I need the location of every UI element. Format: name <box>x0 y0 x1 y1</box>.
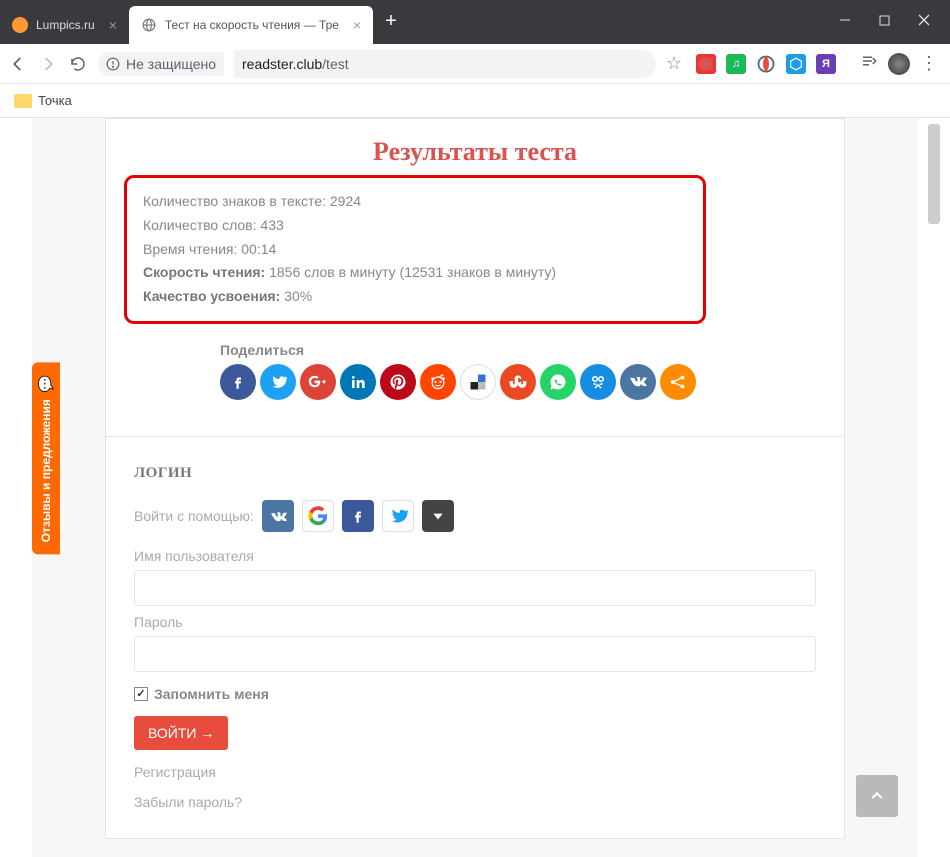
reading-list-icon[interactable] <box>860 52 878 75</box>
stumbleupon-icon[interactable] <box>500 364 536 400</box>
address-bar: Не защищено readster.club/test ☆ ♫ Я ⋮ <box>0 44 950 84</box>
stat-quality: Качество усвоения: 30% <box>143 285 687 309</box>
password-label: Пароль <box>134 614 816 630</box>
username-label: Имя пользователя <box>134 548 816 564</box>
stat-speed: Скорость чтения: 1856 слов в минуту (125… <box>143 261 687 285</box>
whatsapp-icon[interactable] <box>540 364 576 400</box>
stat-chars: Количество знаков в тексте: 2924 <box>143 190 687 214</box>
tab-lumpics[interactable]: Lumpics.ru × <box>0 6 129 44</box>
tab-readster[interactable]: Тест на скорость чтения — Тре × <box>129 6 373 44</box>
feedback-label: Отзывы и предложения <box>39 399 53 542</box>
lumpics-favicon <box>12 17 28 33</box>
remember-label: Запомнить меня <box>154 686 269 702</box>
results-card: Результаты теста Количество знаков в тек… <box>105 118 845 437</box>
music-ext-icon[interactable]: ♫ <box>726 54 746 74</box>
new-tab-button[interactable]: + <box>373 0 409 44</box>
box-ext-icon[interactable] <box>786 54 806 74</box>
google-login-icon[interactable] <box>302 500 334 532</box>
folder-icon <box>14 94 32 108</box>
results-box: Количество знаков в тексте: 2924 Количес… <box>124 175 706 324</box>
forgot-password-link[interactable]: Забыли пароль? <box>134 794 816 810</box>
share-block: Поделиться <box>220 342 816 400</box>
vk-login-icon[interactable] <box>262 500 294 532</box>
close-icon[interactable]: × <box>353 17 361 33</box>
security-text: Не защищено <box>126 56 216 72</box>
vk-icon[interactable] <box>620 364 656 400</box>
bookmark-item[interactable]: Точка <box>38 93 72 108</box>
social-login-row: Войти с помощью: <box>134 500 816 532</box>
scroll-top-button[interactable] <box>856 775 898 817</box>
reload-button[interactable] <box>68 54 88 74</box>
security-indicator[interactable]: Не защищено <box>98 52 224 76</box>
login-button[interactable]: ВОЙТИ → <box>134 716 228 750</box>
login-heading: ЛОГИН <box>134 465 816 482</box>
login-card: ЛОГИН Войти с помощью: Имя пользователя … <box>105 437 845 839</box>
purple-ext-icon[interactable]: Я <box>816 54 836 74</box>
share-row <box>220 364 816 400</box>
scroll-thumb[interactable] <box>928 124 940 224</box>
globe-icon <box>141 17 157 33</box>
url-field[interactable]: readster.club/test <box>234 50 656 78</box>
page-content: Результаты теста Количество знаков в тек… <box>32 118 918 857</box>
pinterest-icon[interactable] <box>380 364 416 400</box>
register-link[interactable]: Регистрация <box>134 764 816 780</box>
twitter-icon[interactable] <box>260 364 296 400</box>
linkedin-icon[interactable] <box>340 364 376 400</box>
reddit-icon[interactable] <box>420 364 456 400</box>
facebook-icon[interactable] <box>220 364 256 400</box>
adblock-ext-icon[interactable] <box>696 54 716 74</box>
remember-row[interactable]: ✓ Запомнить меня <box>134 686 816 702</box>
results-title: Результаты теста <box>134 119 816 175</box>
avatar[interactable] <box>888 53 910 75</box>
browser-titlebar: Lumpics.ru × Тест на скорость чтения — Т… <box>0 0 950 44</box>
tab-label: Lumpics.ru <box>36 18 95 32</box>
share-title: Поделиться <box>220 342 816 358</box>
opera-ext-icon[interactable] <box>756 54 776 74</box>
more-login-icon[interactable] <box>422 500 454 532</box>
remember-checkbox[interactable]: ✓ <box>134 687 148 701</box>
bookmarks-bar: Точка <box>0 84 950 118</box>
username-input[interactable] <box>134 570 816 606</box>
tab-label: Тест на скорость чтения — Тре <box>165 18 339 32</box>
back-button[interactable] <box>8 54 28 74</box>
google-plus-icon[interactable] <box>300 364 336 400</box>
twitter-login-icon[interactable] <box>382 500 414 532</box>
feedback-tab[interactable]: Отзывы и предложения 💬 <box>32 362 60 554</box>
delicious-icon[interactable] <box>460 364 496 400</box>
stat-words: Количество слов: 433 <box>143 214 687 238</box>
password-input[interactable] <box>134 636 816 672</box>
social-login-label: Войти с помощью: <box>134 508 254 524</box>
more-share-icon[interactable] <box>660 364 696 400</box>
close-icon[interactable]: × <box>109 17 117 33</box>
page-scrollbar[interactable] <box>928 118 942 857</box>
close-window-icon[interactable] <box>918 13 930 31</box>
url-domain: readster.club <box>242 56 322 72</box>
speech-bubble-icon: 💬 <box>37 375 54 391</box>
facebook-login-icon[interactable] <box>342 500 374 532</box>
url-path: /test <box>322 56 348 72</box>
stat-time: Время чтения: 00:14 <box>143 238 687 262</box>
forward-button[interactable] <box>38 54 58 74</box>
menu-icon[interactable]: ⋮ <box>920 53 938 74</box>
star-icon[interactable]: ☆ <box>666 53 682 74</box>
ok-icon[interactable] <box>580 364 616 400</box>
minimize-icon[interactable] <box>839 13 851 31</box>
extensions: ♫ Я ⋮ <box>692 52 942 75</box>
maximize-icon[interactable] <box>879 13 890 31</box>
